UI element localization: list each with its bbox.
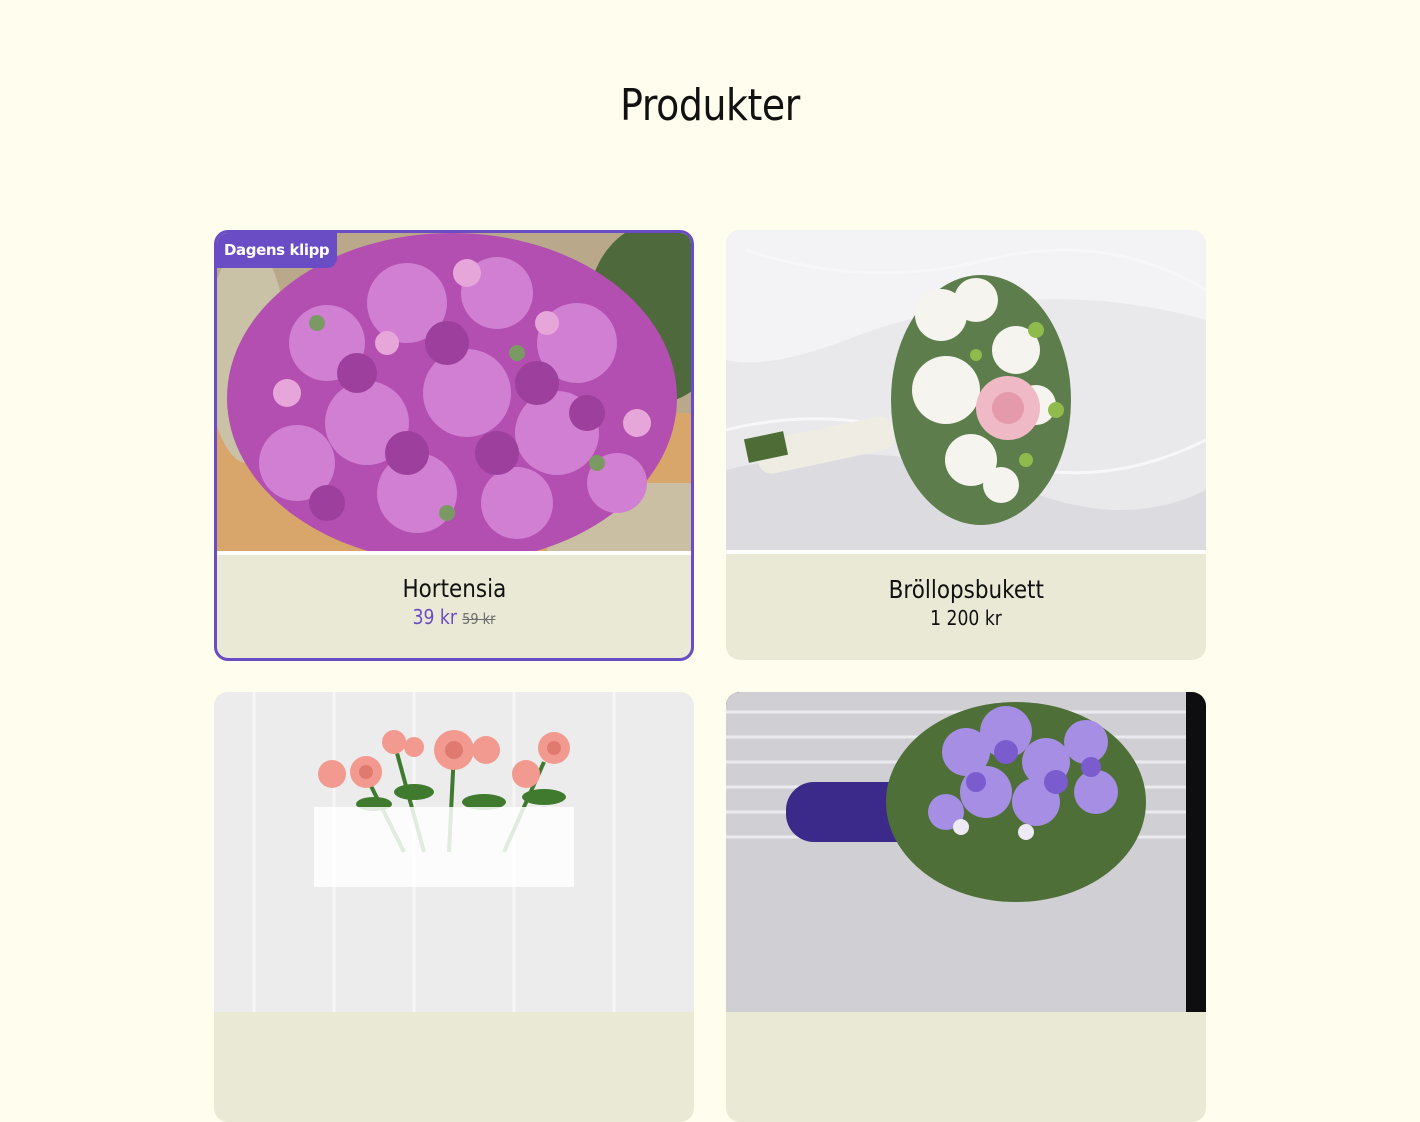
product-image-hortensia (217, 233, 691, 551)
product-card-roses[interactable] (214, 692, 694, 1122)
product-price: 1 200 kr (930, 606, 1002, 630)
product-image-purple-bouquet (726, 692, 1206, 1012)
product-image-brollopsbukett (726, 230, 1206, 550)
product-name: Hortensia (402, 574, 506, 603)
product-card-hortensia[interactable]: Dagens klipp Hortensia 39 kr 59 kr (214, 230, 694, 661)
product-old-price: 59 kr (462, 610, 496, 628)
product-image-roses (214, 692, 694, 1012)
product-card-purple-bouquet[interactable] (726, 692, 1206, 1122)
product-card-brollopsbukett[interactable]: Bröllopsbukett 1 200 kr (726, 230, 1206, 660)
product-price: 39 kr (412, 605, 457, 629)
product-name: Bröllopsbukett (888, 575, 1044, 604)
page-title: Produkter (620, 80, 800, 131)
deal-badge: Dagens klipp (217, 233, 338, 268)
